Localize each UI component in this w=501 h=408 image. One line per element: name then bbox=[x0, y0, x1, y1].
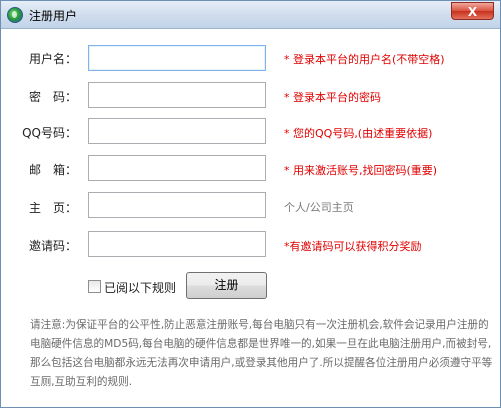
invite-code-hint: *有邀请码可以获得积分奖励 bbox=[284, 240, 422, 253]
password-input[interactable] bbox=[88, 82, 266, 108]
homepage-label: 主 页： bbox=[28, 201, 77, 215]
homepage-hint: 个人/公司主页 bbox=[284, 201, 354, 214]
agree-checkbox-group[interactable]: 已阅以下规则 bbox=[88, 278, 176, 296]
qq-input[interactable] bbox=[88, 118, 266, 144]
agree-checkbox[interactable] bbox=[88, 280, 101, 293]
register-dialog: 注册用户 X 用户名： * 登录本平台的用户名(不带空格) 密 码： * 登录本… bbox=[0, 0, 501, 408]
homepage-input[interactable] bbox=[88, 192, 266, 218]
agree-label[interactable]: 已阅以下规则 bbox=[104, 279, 176, 296]
window-title: 注册用户 bbox=[29, 9, 78, 23]
invite-code-input[interactable] bbox=[88, 231, 266, 257]
close-button[interactable]: X bbox=[451, 2, 494, 20]
register-button[interactable]: 注册 bbox=[186, 272, 267, 299]
email-hint: * 用来激活账号,找回密码(重要) bbox=[284, 164, 438, 177]
email-input[interactable] bbox=[88, 155, 266, 181]
password-label: 密 码： bbox=[28, 90, 77, 104]
registration-notice: 请注意:为保证平台的公平性,防止恶意注册账号,每台电脑只有一次注册机会,软件会记… bbox=[30, 319, 493, 388]
username-input[interactable] bbox=[88, 45, 266, 71]
qq-label: QQ号码： bbox=[22, 126, 77, 140]
password-hint: * 登录本平台的密码 bbox=[284, 91, 381, 104]
app-logo-icon bbox=[7, 7, 23, 23]
email-label: 邮 箱： bbox=[28, 163, 77, 177]
qq-hint: * 您的QQ号码,(由述重要依据) bbox=[284, 127, 433, 140]
title-bar[interactable]: 注册用户 X bbox=[1, 1, 500, 29]
username-label: 用户名： bbox=[28, 52, 77, 66]
username-hint: * 登录本平台的用户名(不带空格) bbox=[284, 53, 445, 66]
invite-code-label: 邀请码： bbox=[28, 239, 77, 253]
